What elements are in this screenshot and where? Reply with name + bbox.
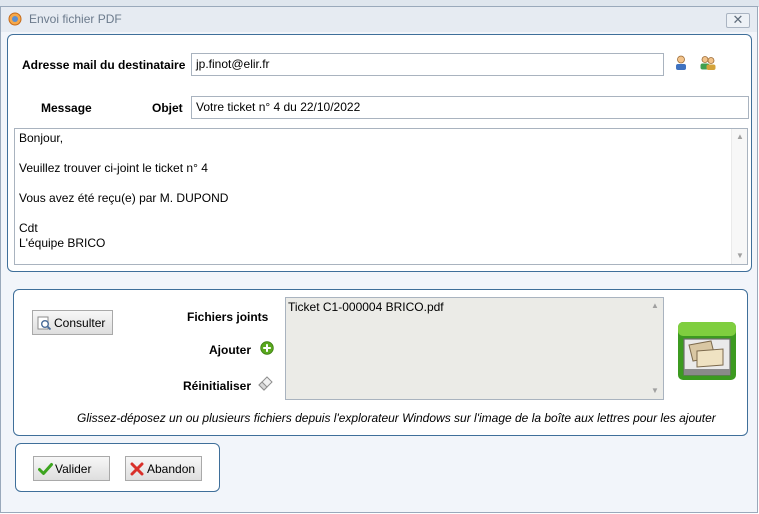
actions-panel: Valider Abandon [15, 443, 220, 492]
validate-button[interactable]: Valider [33, 456, 110, 481]
add-label: Ajouter [209, 343, 251, 357]
contact-icon[interactable] [674, 55, 688, 71]
message-line: L'équipe BRICO [19, 236, 106, 250]
app-icon [8, 12, 22, 26]
attached-file-item[interactable]: Ticket C1-000004 BRICO.pdf [288, 300, 444, 314]
attachments-panel: Consulter Fichiers joints Ajouter Réinit… [13, 289, 748, 436]
message-line: Veuillez trouver ci-joint le ticket n° 4 [19, 161, 208, 175]
message-line: Bonjour, [19, 131, 64, 145]
consult-button[interactable]: Consulter [32, 310, 113, 335]
close-button[interactable]: ✕ [726, 13, 750, 28]
scroll-down-arrow-icon[interactable]: ▼ [650, 387, 660, 395]
files-label: Fichiers joints [187, 310, 269, 324]
subject-value: Votre ticket n° 4 du 22/10/2022 [196, 100, 361, 114]
message-scrollbar[interactable]: ▲ ▼ [731, 129, 747, 264]
cancel-button[interactable]: Abandon [125, 456, 202, 481]
recipient-email-field[interactable]: jp.finot@elir.fr [191, 53, 664, 76]
subject-label: Objet [152, 101, 183, 115]
consult-label: Consulter [54, 316, 106, 330]
checkmark-icon [38, 463, 53, 475]
files-scrollbar[interactable]: ▲ ▼ [647, 298, 663, 399]
close-icon: ✕ [732, 12, 744, 27]
email-panel: Adresse mail du destinataire jp.finot@el… [7, 34, 752, 272]
message-body-textarea[interactable]: Bonjour, Veuillez trouver ci-joint le ti… [14, 128, 748, 265]
message-line: Cdt [19, 221, 38, 235]
contacts-group-icon[interactable] [699, 55, 717, 71]
mailbox-icon[interactable] [675, 319, 739, 383]
scroll-up-arrow-icon[interactable]: ▲ [735, 133, 745, 141]
subject-field[interactable]: Votre ticket n° 4 du 22/10/2022 [191, 96, 749, 119]
drag-drop-hint: Glissez-déposez un ou plusieurs fichiers… [77, 411, 716, 425]
eraser-icon[interactable] [257, 374, 274, 391]
recipient-label: Adresse mail du destinataire [22, 58, 186, 72]
add-icon[interactable] [260, 341, 274, 355]
reset-label: Réinitialiser [183, 379, 252, 393]
window-title: Envoi fichier PDF [29, 12, 122, 26]
scroll-down-arrow-icon[interactable]: ▼ [735, 252, 745, 260]
message-line: Vous avez été reçu(e) par M. DUPOND [19, 191, 229, 205]
consult-icon [37, 316, 52, 331]
validate-label: Valider [55, 462, 92, 476]
cancel-label: Abandon [147, 462, 196, 476]
cross-icon [130, 462, 144, 476]
recipient-email-value: jp.finot@elir.fr [196, 57, 270, 71]
message-label: Message [41, 101, 92, 115]
title-bar[interactable]: Envoi fichier PDF ✕ [1, 7, 757, 32]
attached-files-list[interactable]: Ticket C1-000004 BRICO.pdf ▲ ▼ [285, 297, 664, 400]
dialog-window: Envoi fichier PDF ✕ Adresse mail du dest… [0, 6, 758, 513]
scroll-up-arrow-icon[interactable]: ▲ [650, 302, 660, 310]
